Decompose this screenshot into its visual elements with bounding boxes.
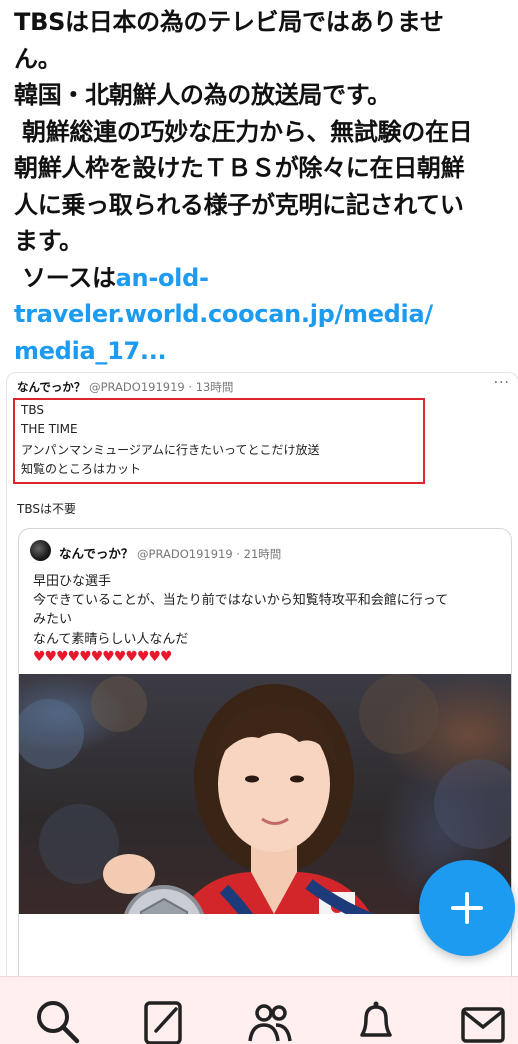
comment-text: TBSは不要 xyxy=(17,502,76,516)
search-icon xyxy=(37,1001,80,1044)
mail-icon xyxy=(461,1007,505,1043)
tab-messages[interactable] xyxy=(459,997,507,1044)
tweet-detail-screen: TBSは日本の為のテレビ局ではありませ ん。 韓国・北朝鮮人の為の放送局です。 … xyxy=(0,0,518,1044)
quoted-tweet: なんでっか？ @PRADO191919 · 21時間 早田ひな選手 今できている… xyxy=(18,528,512,1044)
highlight-line: 知覧のところはカット xyxy=(21,462,142,476)
tweet-body: TBSは日本の為のテレビ局ではありませ ん。 韓国・北朝鮮人の為の放送局です。 … xyxy=(14,4,510,369)
bottom-tab-bar xyxy=(0,976,518,1044)
tab-search[interactable] xyxy=(33,997,81,1044)
hearts-emoji-row: ♥♥♥♥♥♥♥♥♥♥♥♥ xyxy=(33,649,173,665)
highlight-line: THE TIME xyxy=(21,422,78,436)
source-link[interactable]: traveler.world.coocan.jp/media/ xyxy=(14,296,510,333)
tweet-line: ん。 xyxy=(14,44,62,73)
highlight-line: TBS xyxy=(21,403,44,417)
source-label: ソースは xyxy=(14,263,116,292)
tweet-line: TBSは日本の為のテレビ局ではありませ xyxy=(14,8,444,36)
highlight-box: TBS THE TIME アンパンマンミュージアムに行きたいってとこだけ放送 知… xyxy=(13,398,425,484)
tab-people[interactable] xyxy=(246,997,294,1044)
author-name: なんでっか？ xyxy=(59,546,134,561)
author-handle-time: @PRADO191919 · 21時間 xyxy=(133,547,282,561)
people-icon xyxy=(248,1004,292,1042)
author-handle-time: @PRADO191919 · 13時間 xyxy=(85,380,234,394)
quoted-tweet-header: なんでっか？ @PRADO191919 · 21時間 xyxy=(59,543,281,562)
quoted-line: 今できていることが、当たり前ではないから知覧特攻平和会館に行って xyxy=(33,593,449,608)
bell-icon xyxy=(360,1001,392,1037)
source-link[interactable]: an-old- xyxy=(116,264,209,292)
tweet-line: 朝鮮総連の巧妙な圧力から、無試験の在日 xyxy=(14,117,473,146)
tab-compose[interactable] xyxy=(140,997,188,1044)
quoted-line: みたい xyxy=(33,612,73,627)
tab-notifications[interactable] xyxy=(352,997,400,1044)
compose-fab-button[interactable] xyxy=(419,860,515,956)
more-icon: ··· xyxy=(493,375,510,391)
tweet-line: 韓国・北朝鮮人の為の放送局です。 xyxy=(14,81,391,109)
tweet-line: 人に乗っ取られる様子が克明に記されてい xyxy=(14,190,464,219)
screenshot-tweet-header: なんでっか？ @PRADO191919 · 13時間 xyxy=(17,379,233,395)
author-name: なんでっか？ xyxy=(17,380,86,394)
highlight-line: アンパンマンミュージアムに行きたいってとこだけ放送 xyxy=(21,443,320,457)
quoted-line: 早田ひな選手 xyxy=(33,574,112,589)
plus-icon xyxy=(451,892,483,924)
source-line: ソースはan-old- xyxy=(14,260,510,297)
tweet-line: 朝鮮人枠を設けたＴＢＳが除々に在日朝鮮 xyxy=(14,154,465,182)
avatar xyxy=(30,540,51,561)
quoted-line: なんて素晴らしい人なんだ xyxy=(33,632,189,647)
tweet-line: ます。 xyxy=(14,227,83,255)
compose-icon xyxy=(144,1001,182,1044)
source-link[interactable]: media_17... xyxy=(14,333,510,370)
